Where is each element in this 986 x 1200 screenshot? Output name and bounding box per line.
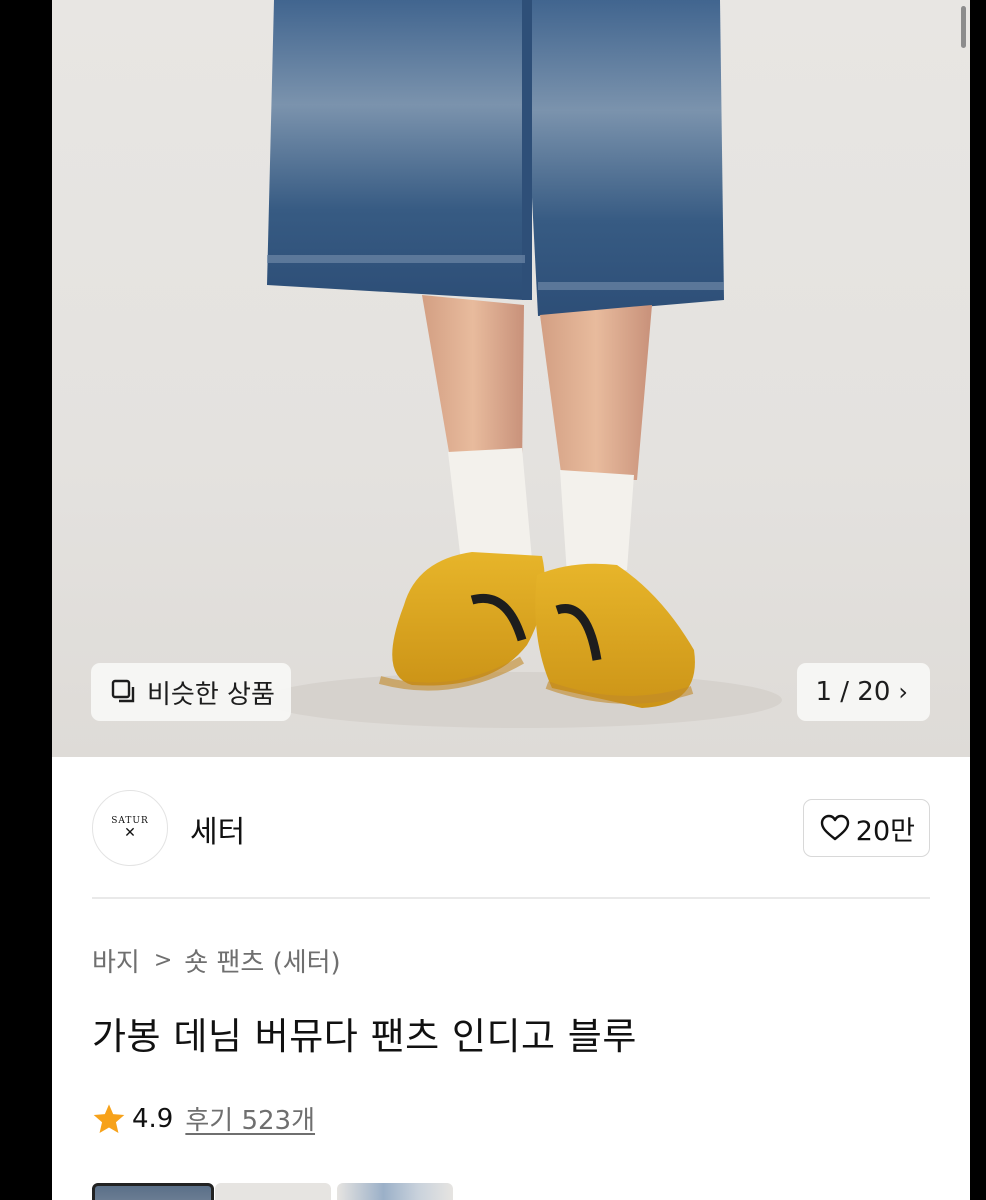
breadcrumb-category[interactable]: 바지: [92, 942, 140, 979]
like-button[interactable]: 20만: [802, 799, 930, 857]
product-title: 가봉 데님 버뮤다 팬츠 인디고 블루: [92, 1015, 637, 1058]
chevron-right-icon: ›: [898, 678, 908, 706]
thumbnail-3[interactable]: [337, 1183, 453, 1200]
scrollbar-thumb[interactable]: [961, 6, 966, 48]
similar-products-label: 비슷한 상품: [147, 679, 275, 710]
rating-value: 4.9: [132, 1103, 174, 1134]
product-image[interactable]: 비슷한 상품 1 / 20 ›: [52, 0, 970, 757]
product-photo: [262, 0, 782, 728]
divider: [92, 897, 930, 899]
brand-logo-mark-icon: ✕: [124, 825, 136, 841]
thumbnail-1[interactable]: [92, 1183, 214, 1200]
breadcrumb-subcategory[interactable]: 숏 팬츠 (세터): [184, 942, 340, 979]
heart-outline-icon: [820, 814, 849, 841]
like-count: 20만: [855, 815, 915, 847]
product-screen: 비슷한 상품 1 / 20 › SATUR ✕ 세터 20만 바지 > 숏 팬츠…: [52, 0, 970, 1200]
similar-products-button[interactable]: 비슷한 상품: [91, 663, 291, 721]
breadcrumb-separator-icon: >: [153, 948, 173, 973]
brand-row: SATUR ✕ 세터 20만: [52, 757, 970, 899]
rating-row: 4.9 후기 523개: [92, 1100, 315, 1137]
copy-squares-icon: [111, 679, 135, 703]
review-count-link[interactable]: 후기 523개: [185, 1100, 315, 1137]
thumbnail-2[interactable]: [215, 1183, 331, 1200]
brand-logo[interactable]: SATUR ✕: [92, 790, 168, 866]
image-page-indicator[interactable]: 1 / 20 ›: [797, 663, 930, 721]
page-indicator-text: 1 / 20: [815, 677, 891, 707]
brand-name[interactable]: 세터: [190, 807, 245, 851]
breadcrumb: 바지 > 숏 팬츠 (세터): [92, 942, 341, 979]
star-icon: [93, 1103, 125, 1133]
